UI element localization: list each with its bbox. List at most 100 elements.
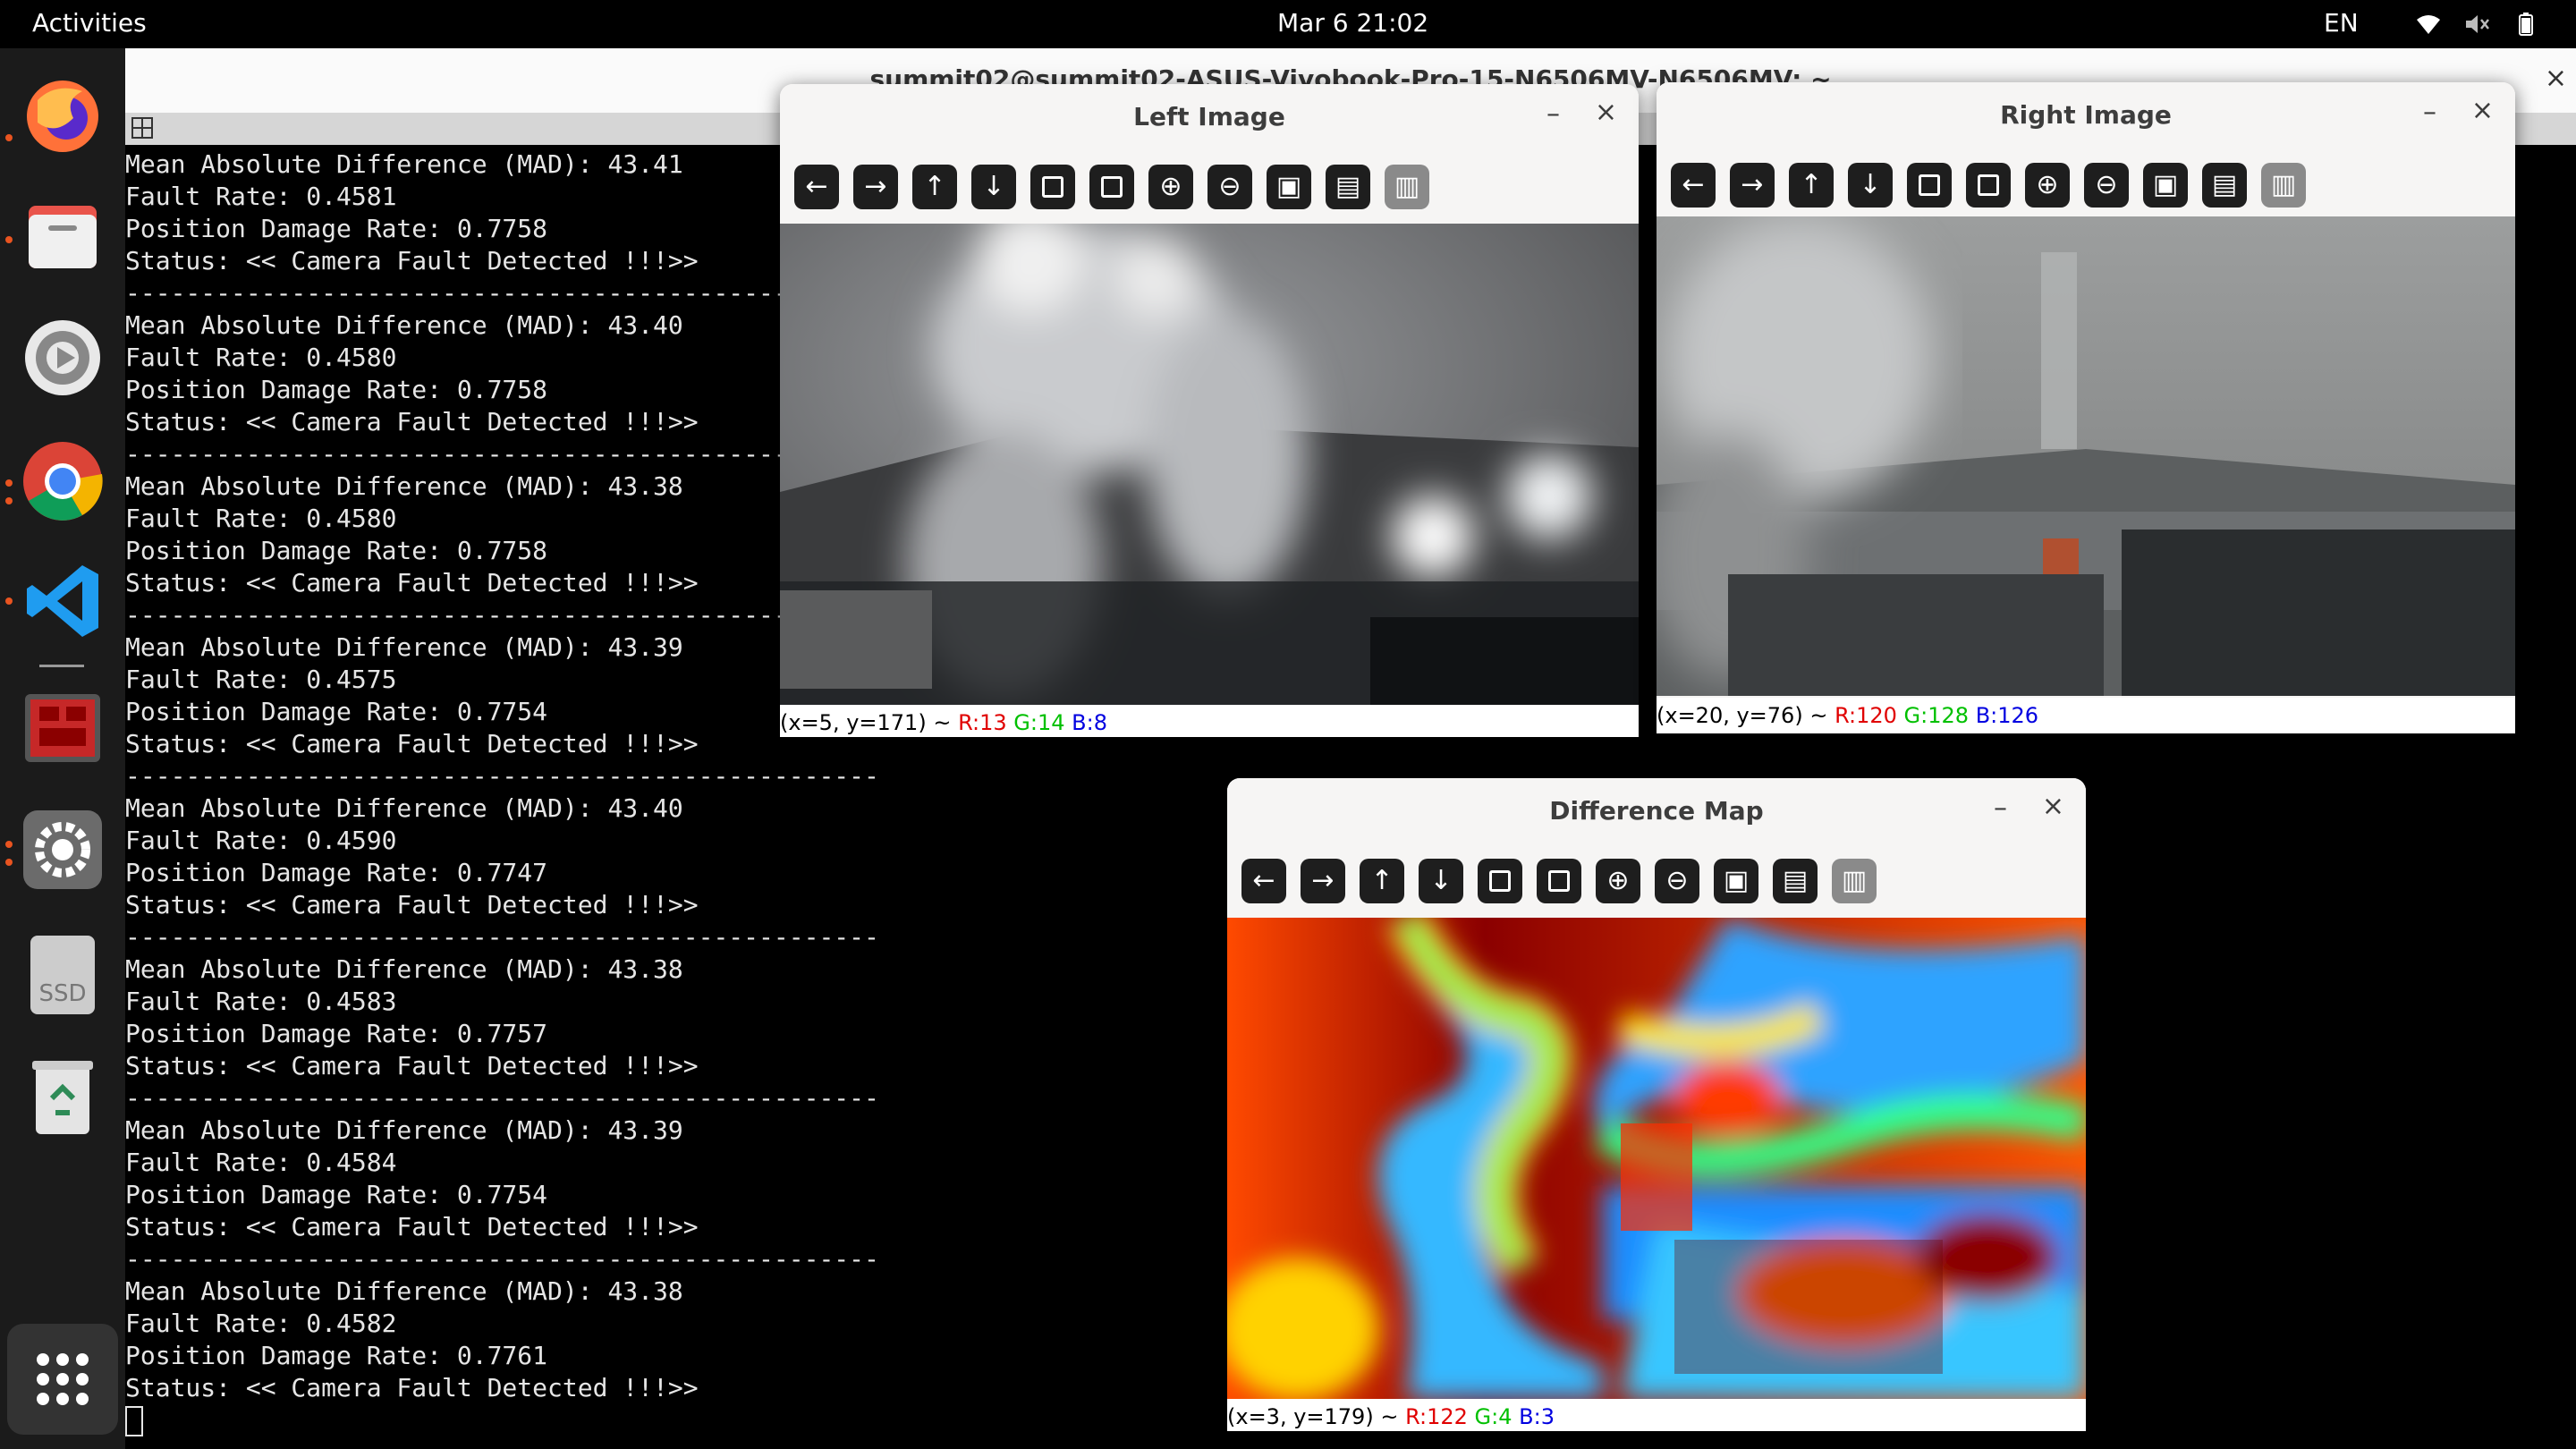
zoom-fit-icon[interactable] [1030, 165, 1075, 209]
arrow-up-icon[interactable]: ↑ [1789, 163, 1834, 208]
arrow-up-icon[interactable]: ↑ [912, 165, 957, 209]
left-camera-image[interactable] [780, 206, 1639, 705]
copy-clipboard-icon[interactable]: ▤ [2202, 163, 2247, 208]
right-camera-image[interactable] [1657, 216, 2515, 696]
window-header: Difference Map – × [1227, 778, 2086, 846]
window-title: Right Image [2000, 100, 2172, 130]
zoom-out-icon[interactable]: ⊖ [1655, 859, 1699, 903]
red-value: R:120 [1835, 703, 1897, 728]
blue-value: B:3 [1519, 1404, 1555, 1429]
window-title: Difference Map [1549, 796, 1764, 826]
blue-value: B:8 [1072, 710, 1107, 735]
close-icon[interactable]: × [2042, 791, 2064, 822]
system-monitor-app-icon[interactable] [20, 685, 106, 771]
running-indicator [5, 479, 13, 487]
arrow-left-icon[interactable]: ← [794, 165, 839, 209]
pixel-info-bar: (x=5, y=171) ~ R:13 G:14 B:8 [780, 705, 1639, 737]
toolbar: ← → ↑ ↓ ⊕ ⊖ ▣ ▤ ▥ [1657, 150, 2515, 222]
red-value: R:122 [1405, 1404, 1468, 1429]
arrow-right-icon[interactable]: → [1730, 163, 1775, 208]
copy-clipboard-icon[interactable]: ▤ [1326, 165, 1370, 209]
settings-gear-icon[interactable] [20, 315, 106, 401]
ssd-drive-label: SSD [38, 980, 87, 1007]
toolbar: ← → ↑ ↓ ⊕ ⊖ ▣ ▤ ▥ [780, 152, 1639, 224]
window-header: Left Image – × [780, 84, 1639, 152]
zoom-image-icon[interactable] [1966, 163, 2011, 208]
save-icon[interactable]: ▣ [1714, 859, 1758, 903]
grid-icon [37, 1353, 89, 1405]
minimize-icon[interactable]: – [1994, 792, 2007, 824]
cursor-position: (x=20, y=76) ~ [1657, 703, 1835, 728]
arrow-left-icon[interactable]: ← [1241, 859, 1286, 903]
running-indicator [5, 597, 13, 605]
green-value: G:128 [1903, 703, 1970, 728]
minimize-icon[interactable]: – [2423, 97, 2436, 128]
right-image-window[interactable]: Right Image – × ← → ↑ ↓ ⊕ ⊖ ▣ ▤ ▥ (x=20,… [1657, 82, 2515, 733]
difference-map-image[interactable] [1227, 908, 2086, 1401]
save-icon[interactable]: ▣ [1267, 165, 1311, 209]
arrow-down-icon[interactable]: ↓ [1848, 163, 1893, 208]
wifi-icon[interactable] [2415, 11, 2442, 38]
close-icon[interactable]: × [1595, 97, 1617, 128]
trash-icon[interactable] [20, 1054, 106, 1140]
zoom-fit-icon[interactable] [1907, 163, 1952, 208]
green-value: G:4 [1474, 1404, 1513, 1429]
arrow-down-icon[interactable]: ↓ [1419, 859, 1463, 903]
volume-muted-icon[interactable] [2463, 11, 2490, 38]
properties-icon[interactable]: ▥ [1832, 859, 1877, 903]
cursor-position: (x=5, y=171) ~ [780, 710, 959, 735]
window-header: Right Image – × [1657, 82, 2515, 150]
green-value: G:14 [1013, 710, 1065, 735]
zoom-image-icon[interactable] [1089, 165, 1134, 209]
window-title: Left Image [1133, 102, 1285, 131]
vscode-icon[interactable] [20, 558, 106, 644]
pixel-info-bar: (x=20, y=76) ~ R:120 G:128 B:126 [1657, 698, 2515, 733]
chrome-icon[interactable] [20, 438, 106, 524]
dock-separator [39, 665, 84, 667]
activities-button[interactable]: Activities [32, 8, 147, 38]
clock[interactable]: Mar 6 21:02 [1277, 8, 1428, 38]
dock: SSD [0, 48, 125, 1449]
minimize-icon[interactable]: – [1546, 98, 1560, 130]
close-icon[interactable]: × [2471, 95, 2494, 126]
battery-icon[interactable] [2512, 11, 2538, 38]
terminal-close-icon[interactable]: × [2545, 63, 2567, 94]
arrow-right-icon[interactable]: → [853, 165, 898, 209]
zoom-in-icon[interactable]: ⊕ [1596, 859, 1640, 903]
copy-clipboard-icon[interactable]: ▤ [1773, 859, 1818, 903]
zoom-fit-icon[interactable] [1478, 859, 1522, 903]
blue-value: B:126 [1975, 703, 2039, 728]
running-indicator [5, 497, 13, 504]
running-indicator [5, 134, 13, 141]
left-image-window[interactable]: Left Image – × ← → ↑ ↓ ⊕ ⊖ ▣ ▤ ▥ (x=5, y… [780, 84, 1639, 737]
running-indicator [5, 236, 13, 243]
zoom-out-icon[interactable]: ⊖ [2084, 163, 2129, 208]
keyboard-language-indicator[interactable]: EN [2324, 8, 2359, 38]
save-icon[interactable]: ▣ [2143, 163, 2188, 208]
arrow-up-icon[interactable]: ↑ [1360, 859, 1404, 903]
arrow-right-icon[interactable]: → [1301, 859, 1345, 903]
split-view-icon[interactable] [131, 116, 154, 140]
zoom-out-icon[interactable]: ⊖ [1208, 165, 1252, 209]
settings-icon[interactable] [20, 807, 106, 893]
difference-map-window[interactable]: Difference Map – × ← → ↑ ↓ ⊕ ⊖ ▣ ▤ ▥ (x=… [1227, 778, 2086, 1431]
zoom-image-icon[interactable] [1537, 859, 1581, 903]
files-icon[interactable] [20, 193, 106, 279]
red-value: R:13 [958, 710, 1007, 735]
running-indicator [5, 841, 13, 848]
properties-icon[interactable]: ▥ [1385, 165, 1429, 209]
top-bar: Activities Mar 6 21:02 EN [0, 0, 2576, 48]
cursor-position: (x=3, y=179) ~ [1227, 1404, 1406, 1429]
pixel-info-bar: (x=3, y=179) ~ R:122 G:4 B:3 [1227, 1399, 2086, 1431]
firefox-icon[interactable] [20, 73, 106, 159]
zoom-in-icon[interactable]: ⊕ [1148, 165, 1193, 209]
running-indicator [5, 859, 13, 866]
zoom-in-icon[interactable]: ⊕ [2025, 163, 2070, 208]
show-apps-button[interactable] [7, 1324, 118, 1435]
text-cursor [125, 1406, 143, 1436]
arrow-down-icon[interactable]: ↓ [971, 165, 1016, 209]
toolbar: ← → ↑ ↓ ⊕ ⊖ ▣ ▤ ▥ [1227, 846, 2086, 918]
properties-icon[interactable]: ▥ [2261, 163, 2306, 208]
ssd-drive-icon[interactable]: SSD [30, 936, 95, 1014]
arrow-left-icon[interactable]: ← [1671, 163, 1716, 208]
